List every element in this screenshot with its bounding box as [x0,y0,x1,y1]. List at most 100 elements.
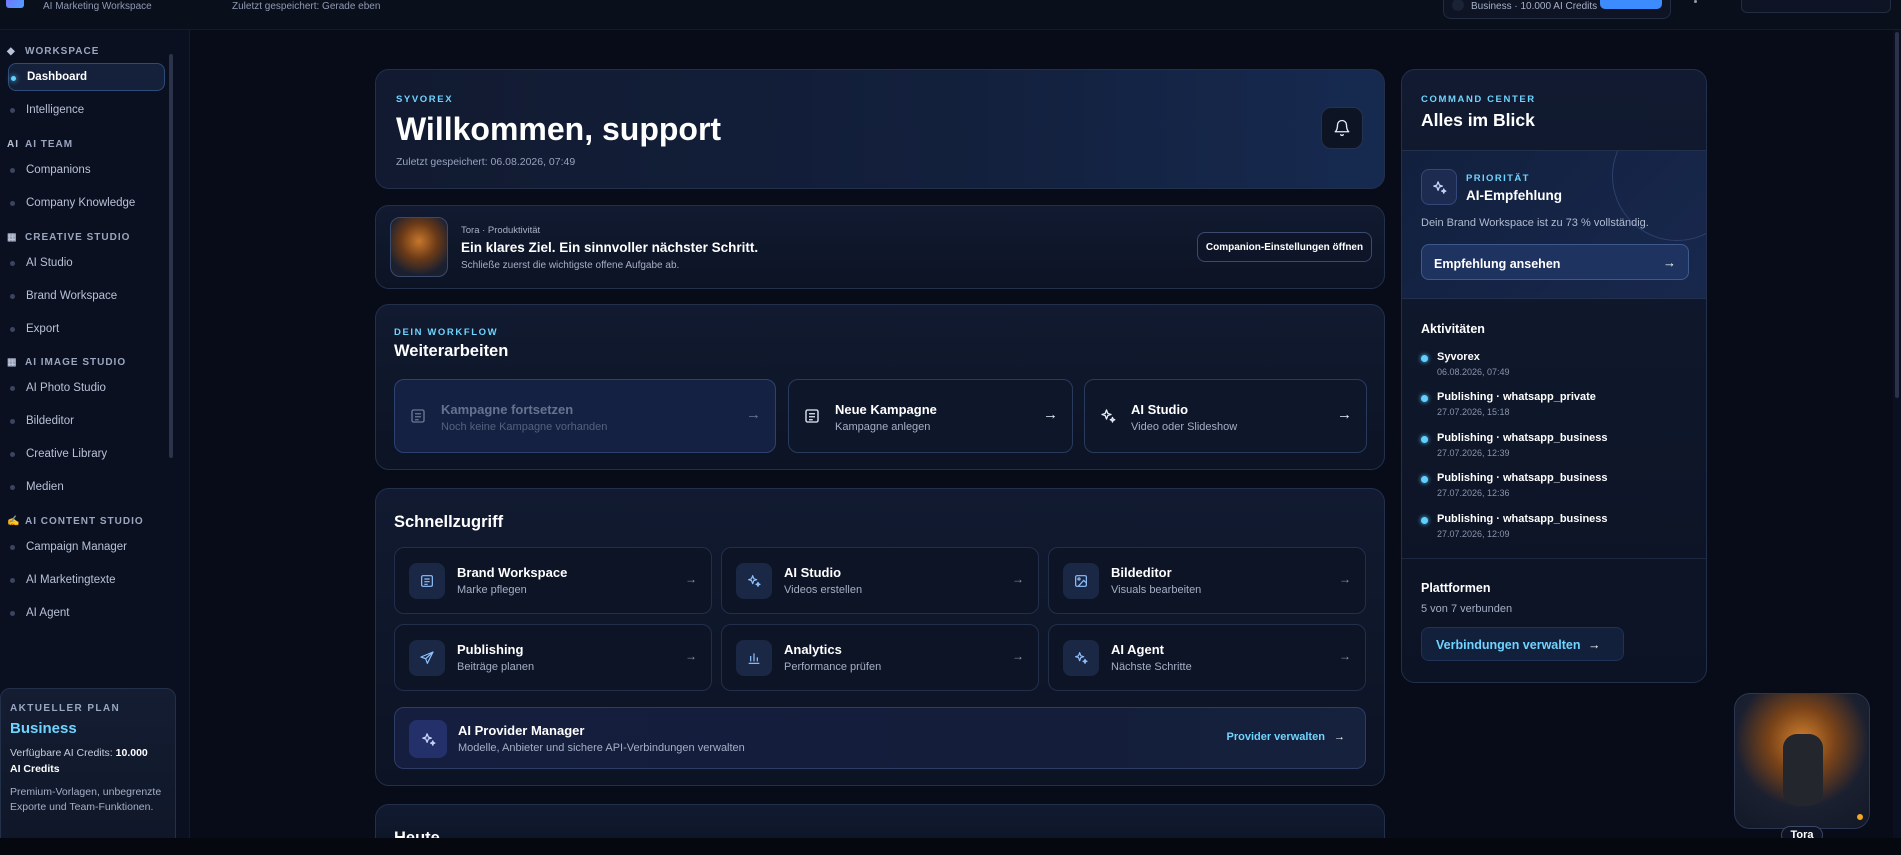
plan-pill[interactable]: Business · 10.000 AI Credits [1443,0,1671,19]
plan-icon [1452,0,1464,11]
document-icon [805,409,819,423]
sidebar-item-ai-marketingtexte[interactable]: AI Marketingtexte [8,566,165,594]
workflow-tile-new-campaign[interactable]: Neue Kampagne Kampagne anlegen → [788,379,1073,453]
notifications-button[interactable] [1321,107,1363,149]
companion-title: Ein klares Ziel. Ein sinnvoller nächster… [461,240,759,255]
companion-meta: Tora · Produktivität [461,225,541,236]
status-dot [1857,814,1863,820]
view-recommendation-button[interactable]: Empfehlung ansehen → [1421,244,1689,280]
sidebar-section-ai-content-studio: ✍ AI CONTENT STUDIO [7,516,144,527]
quick-tile-bildeditor[interactable]: Bildeditor Visuals bearbeiten → [1048,547,1366,614]
sidebar-scroll-thumb[interactable] [169,54,173,458]
brand-eyebrow: SYVOREX [396,94,454,105]
arrow-right-icon: → [685,649,697,663]
sparkle-icon [1421,169,1457,205]
activity-time: 06.08.2026, 07:49 [1437,367,1510,377]
arrow-right-icon: → [1334,731,1345,743]
user-menu[interactable] [1741,0,1891,13]
section-label: AI TEAM [25,139,74,150]
status-dot [1421,517,1428,524]
sidebar-item-dashboard[interactable]: Dashboard [8,63,165,91]
sidebar-item-company-knowledge[interactable]: Company Knowledge [8,189,165,217]
tile-subtitle: Beiträge planen [457,661,535,673]
sidebar-item-intelligence[interactable]: Intelligence [8,96,165,124]
plan-info: Business · 10.000 AI Credits [1471,1,1598,12]
plan-name: Business [10,720,77,737]
provider-title: AI Provider Manager [458,723,585,738]
sidebar-item-bildeditor[interactable]: Bildeditor [8,407,165,435]
sidebar-item-medien[interactable]: Medien [8,473,165,501]
sidebar-item-companions[interactable]: Companions [8,156,165,184]
tile-subtitle: Video oder Slideshow [1131,421,1238,433]
platforms-title: Plattformen [1421,581,1491,595]
manage-connections-button[interactable]: Verbindungen verwalten → [1421,627,1624,661]
page-title: Willkommen, support [396,111,722,147]
workflow-title: Weiterarbeiten [394,342,509,360]
button-label: Verbindungen verwalten [1436,638,1581,652]
bar-chart-icon [736,640,772,676]
arrow-right-icon: → [1339,649,1351,663]
tora-mascot-avatar[interactable] [1734,693,1870,829]
sidebar: ◆ WORKSPACE Dashboard Intelligence AI AI T… [0,30,190,855]
activity-time: 27.07.2026, 15:18 [1437,407,1510,417]
app-logo-icon[interactable] [6,0,24,8]
credits-prefix: Verfügbare AI Credits: [10,747,116,759]
quick-tile-analytics[interactable]: Analytics Performance prüfen → [721,624,1039,691]
quick-tile-brand-workspace[interactable]: Brand Workspace Marke pflegen → [394,547,712,614]
sidebar-item-ai-studio[interactable]: AI Studio [8,249,165,277]
sidebar-item-ai-agent[interactable]: AI Agent [8,599,165,627]
arrow-right-icon: → [1587,638,1601,652]
command-center-panel: COMMAND CENTER Alles im Blick PRIORITÄT … [1401,69,1707,683]
tile-subtitle: Kampagne anlegen [835,421,931,433]
workflow-tile-continue-campaign[interactable]: Kampagne fortsetzen Noch keine Kampagne … [394,379,776,453]
companion-settings-button[interactable]: Companion-Einstellungen öffnen [1197,232,1372,262]
tile-title: Analytics [784,642,842,657]
page-scrollbar[interactable] [1893,30,1901,855]
sidebar-item-creative-library[interactable]: Creative Library [8,440,165,468]
activity-name: Publishing · whatsapp_private [1437,391,1596,403]
priority-label: PRIORITÄT [1466,173,1530,184]
more-menu-icon[interactable] [1694,0,1697,3]
film-icon: ▦ [7,232,18,243]
sidebar-section-creative-studio: ▦ CREATIVE STUDIO [7,232,130,243]
sidebar-item-export[interactable]: Export [8,315,165,343]
tile-subtitle: Videos erstellen [784,584,863,596]
upgrade-button[interactable] [1600,0,1662,9]
quick-tile-ai-studio[interactable]: AI Studio Videos erstellen → [721,547,1039,614]
arrow-right-icon: → [1043,406,1058,423]
sparkle-icon [409,720,447,758]
provider-subtitle: Modelle, Anbieter und sichere API-Verbin… [458,742,745,754]
sidebar-item-ai-photo-studio[interactable]: AI Photo Studio [8,374,165,402]
tile-subtitle: Noch keine Kampagne vorhanden [441,421,608,433]
provider-manage-link[interactable]: Provider verwalten → [1227,731,1346,743]
tile-title: Brand Workspace [457,565,568,580]
sparkle-icon [1063,640,1099,676]
quick-access-card: Schnellzugriff Brand Workspace Marke pfl… [375,488,1385,786]
activity-name: Publishing · whatsapp_business [1437,513,1608,525]
writing-icon: ✍ [7,516,21,527]
bottom-strip [0,838,1901,855]
command-center-eyebrow: COMMAND CENTER [1421,94,1536,105]
plan-label: AKTUELLER PLAN [10,703,121,714]
activity-name: Syvorex [1437,351,1480,363]
bell-icon [1334,119,1350,137]
sparkle-icon [1101,409,1116,423]
quick-tile-ai-agent[interactable]: AI Agent Nächste Schritte → [1048,624,1366,691]
mascot-figure [1783,734,1823,806]
tile-subtitle: Marke pflegen [457,584,527,596]
quick-tile-publishing[interactable]: Publishing Beiträge planen → [394,624,712,691]
platforms-count: 5 von 7 verbunden [1421,603,1513,615]
sidebar-item-campaign-manager[interactable]: Campaign Manager [8,533,165,561]
tile-title: AI Agent [1111,642,1164,657]
workflow-tile-ai-studio[interactable]: AI Studio Video oder Slideshow → [1084,379,1367,453]
section-label: AI IMAGE STUDIO [25,357,127,368]
page-scroll-thumb[interactable] [1895,32,1899,398]
arrow-right-icon: → [1337,406,1352,423]
activities-title: Aktivitäten [1421,322,1485,336]
sidebar-item-brand-workspace[interactable]: Brand Workspace [8,282,165,310]
tile-subtitle: Nächste Schritte [1111,661,1192,673]
ai-provider-manager-tile[interactable]: AI Provider Manager Modelle, Anbieter un… [394,707,1366,769]
status-dot [1421,395,1428,402]
tile-title: AI Studio [784,565,842,580]
diamond-icon: ◆ [7,46,16,57]
